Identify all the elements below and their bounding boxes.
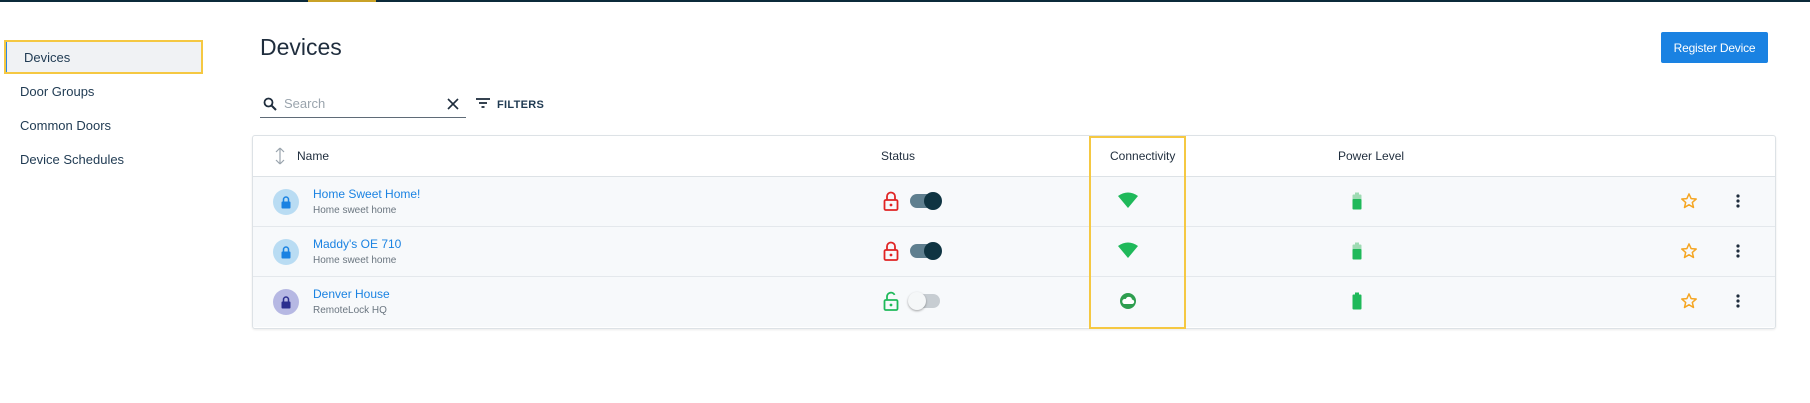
search-icon <box>260 94 280 114</box>
devices-table: Name Status Connectivity Power Level Hom… <box>252 135 1776 329</box>
page-title: Devices <box>260 34 342 60</box>
lock-toggle[interactable] <box>908 292 940 310</box>
lock-avatar-icon <box>273 289 299 315</box>
sidebar-item-label: Device Schedules <box>20 151 125 167</box>
device-name-link[interactable]: Denver House <box>313 287 390 301</box>
lock-closed-icon <box>883 191 899 216</box>
lock-closed-icon <box>883 241 899 266</box>
more-vertical-icon[interactable] <box>1735 292 1741 315</box>
star-icon[interactable] <box>1680 242 1698 265</box>
filter-icon <box>476 96 490 114</box>
device-location: Home sweet home <box>313 255 397 266</box>
device-name-link[interactable]: Home Sweet Home! <box>313 187 420 201</box>
column-header-connectivity: Connectivity <box>1110 149 1176 163</box>
star-icon[interactable] <box>1680 192 1698 215</box>
wifi-icon <box>1118 242 1138 263</box>
column-header-name[interactable]: Name <box>297 149 329 163</box>
table-header: Name Status Connectivity Power Level <box>253 136 1775 177</box>
sidebar-item-label: Common Doors <box>20 117 112 133</box>
lock-avatar-icon <box>273 239 299 265</box>
wifi-icon <box>1118 192 1138 213</box>
lock-toggle[interactable] <box>910 242 942 260</box>
table-row[interactable]: Maddy's OE 710 Home sweet home <box>253 227 1775 277</box>
star-icon[interactable] <box>1680 292 1698 315</box>
column-header-status: Status <box>881 149 916 163</box>
top-bar <box>0 0 1810 2</box>
sidebar-item-door-groups[interactable]: Door Groups <box>0 74 205 108</box>
lock-toggle[interactable] <box>910 192 942 210</box>
more-vertical-icon[interactable] <box>1735 242 1741 265</box>
battery-icon <box>1352 292 1362 315</box>
table-row[interactable]: Denver House RemoteLock HQ <box>253 277 1775 327</box>
battery-icon <box>1352 192 1362 215</box>
filters-label: FILTERS <box>497 99 545 111</box>
sidebar-item-label: Devices <box>24 49 71 65</box>
sort-icon[interactable] <box>274 147 286 170</box>
cloud-icon <box>1118 292 1138 315</box>
lock-avatar-icon <box>273 189 299 215</box>
search-input[interactable] <box>284 96 444 111</box>
sidebar-nav: Devices Door Groups Common Doors Device … <box>0 40 205 176</box>
lock-open-icon <box>883 291 899 316</box>
device-name-link[interactable]: Maddy's OE 710 <box>313 237 401 251</box>
close-icon[interactable] <box>444 95 462 113</box>
more-vertical-icon[interactable] <box>1735 192 1741 215</box>
battery-icon <box>1352 242 1362 265</box>
column-header-power-level: Power Level <box>1338 149 1405 163</box>
filters-button[interactable]: FILTERS <box>476 96 544 114</box>
device-location: Home sweet home <box>313 205 397 216</box>
register-device-button[interactable]: Register Device <box>1661 32 1768 63</box>
device-location: RemoteLock HQ <box>313 305 387 316</box>
top-bar-accent <box>308 0 376 2</box>
sidebar-item-common-doors[interactable]: Common Doors <box>0 108 205 142</box>
table-row[interactable]: Home Sweet Home! Home sweet home <box>253 177 1775 227</box>
sidebar-item-devices[interactable]: Devices <box>4 40 203 74</box>
sidebar-item-label: Door Groups <box>20 83 95 99</box>
sidebar-item-device-schedules[interactable]: Device Schedules <box>0 142 205 176</box>
search-bar <box>260 90 466 118</box>
